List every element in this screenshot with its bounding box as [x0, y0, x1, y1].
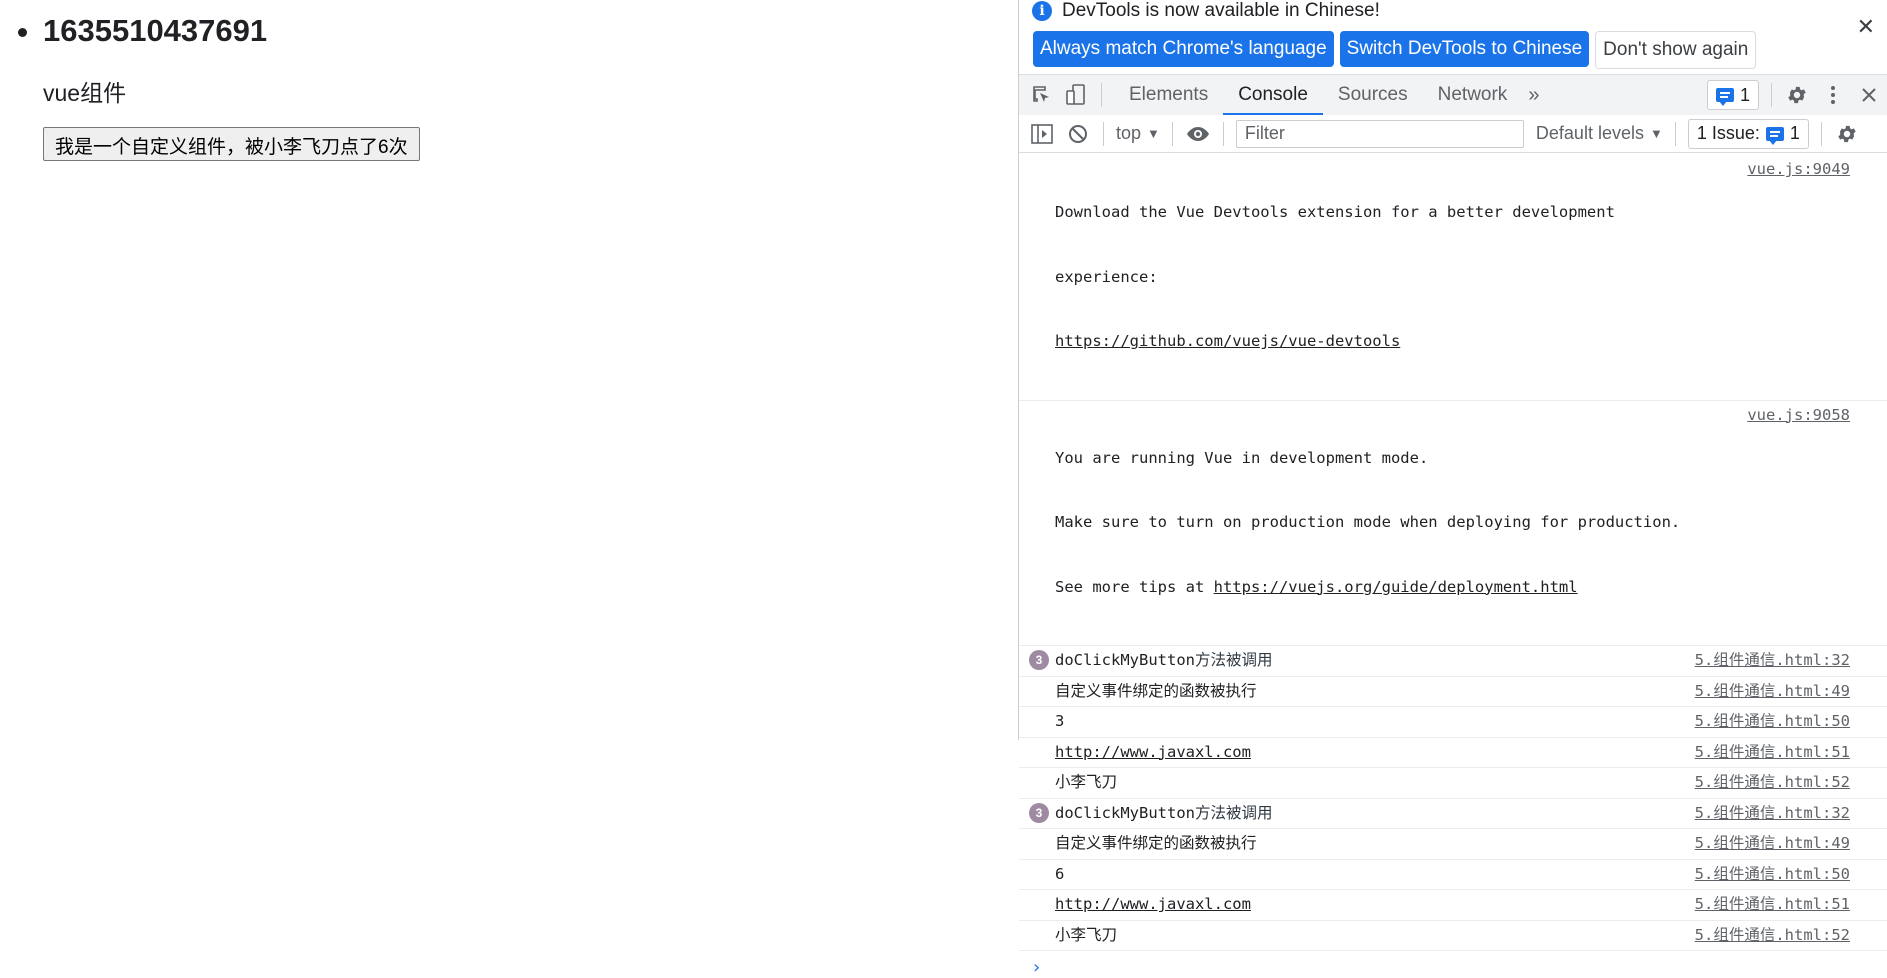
source-link[interactable]: 5.组件通信.html:49 [1695, 833, 1887, 855]
issue-count: 1 [1739, 84, 1750, 105]
more-tabs-icon[interactable]: » [1522, 84, 1545, 107]
console-row: You are running Vue in development mode.… [1019, 401, 1887, 646]
console-row: http://www.javaxl.com 5.组件通信.html:51 [1019, 890, 1887, 921]
console-row: 自定义事件绑定的函数被执行 5.组件通信.html:49 [1019, 677, 1887, 707]
source-link[interactable]: 5.组件通信.html:52 [1695, 925, 1887, 947]
context-label: top [1116, 123, 1142, 143]
repeat-count-badge: 3 [1029, 802, 1049, 823]
console-row: 3 doClickMyButton方法被调用 5.组件通信.html:32 [1019, 799, 1887, 829]
source-link[interactable]: 5.组件通信.html:32 [1695, 650, 1887, 672]
filter-input[interactable]: Filter [1235, 119, 1524, 148]
console-row: Download the Vue Devtools extension for … [1019, 153, 1887, 401]
console-settings-gear-icon[interactable] [1834, 121, 1860, 147]
log-text: doClickMyButton [1055, 803, 1195, 822]
settings-gear-icon[interactable] [1784, 82, 1810, 108]
caret-down-icon: ▼ [1649, 126, 1663, 141]
list-item: 1635510437691 [43, 12, 1018, 50]
page-viewport: 1635510437691 vue组件 我是一个自定义组件，被小李飞刀点了6次 [0, 0, 1018, 740]
device-toolbar-icon[interactable] [1063, 82, 1089, 108]
source-link[interactable]: 5.组件通信.html:50 [1695, 864, 1887, 886]
switch-language-button[interactable]: Switch DevTools to Chinese [1339, 31, 1590, 67]
issues-button[interactable]: 1 Issue: 1 [1687, 118, 1809, 149]
console-row: 小李飞刀 5.组件通信.html:52 [1019, 768, 1887, 799]
log-text: Make sure to turn on production mode whe… [1055, 513, 1681, 531]
console-messages: Download the Vue Devtools extension for … [1019, 153, 1887, 978]
console-row: http://www.javaxl.com 5.组件通信.html:51 [1019, 738, 1887, 768]
sidebar-toggle-icon[interactable] [1029, 121, 1055, 147]
issues-counter[interactable]: 1 [1706, 80, 1759, 110]
log-text: See more tips at [1055, 577, 1214, 596]
log-text: You are running Vue in development mode. [1055, 448, 1429, 467]
tab-console[interactable]: Console [1223, 75, 1323, 116]
console-row: 自定义事件绑定的函数被执行 5.组件通信.html:49 [1019, 829, 1887, 860]
language-infobar: i DevTools is now available in Chinese! … [1019, 0, 1887, 71]
infobar-message: DevTools is now available in Chinese! [1062, 0, 1380, 21]
console-row: 3 5.组件通信.html:50 [1019, 707, 1887, 738]
console-filterbar: top ▼ Filter Default levels ▼ 1 Issue: 1 [1019, 115, 1887, 153]
levels-label: Default levels [1535, 123, 1644, 143]
log-number: 3 [1055, 712, 1065, 730]
source-link[interactable]: 5.组件通信.html:32 [1695, 803, 1887, 825]
log-text: 小李飞刀 [1055, 925, 1118, 944]
source-link[interactable]: 5.组件通信.html:52 [1695, 772, 1887, 794]
issues-label: 1 Issue: [1696, 123, 1760, 143]
source-link[interactable]: vue.js:9058 [1747, 405, 1887, 427]
log-text: 方法被调用 [1194, 651, 1273, 669]
log-text: 自定义事件绑定的函数被执行 [1055, 681, 1257, 700]
console-row: 3 doClickMyButton方法被调用 5.组件通信.html:32 [1019, 646, 1887, 677]
info-icon: i [1032, 1, 1052, 21]
source-link[interactable]: 5.组件通信.html:51 [1695, 742, 1887, 764]
log-text: Download the Vue Devtools extension for … [1055, 203, 1615, 221]
console-prompt-input[interactable]: › [1019, 951, 1887, 978]
log-text: doClickMyButton [1055, 651, 1195, 669]
tab-elements[interactable]: Elements [1114, 75, 1223, 115]
inspect-element-icon[interactable] [1029, 82, 1055, 108]
eye-icon[interactable] [1185, 121, 1211, 147]
log-link[interactable]: https://github.com/vuejs/vue-devtools [1055, 332, 1400, 350]
repeat-count-badge: 3 [1029, 650, 1049, 670]
tab-sources[interactable]: Sources [1323, 75, 1423, 115]
log-text: experience: [1055, 267, 1158, 286]
tab-network[interactable]: Network [1423, 75, 1523, 115]
devtools-panel: i DevTools is now available in Chinese! … [1018, 0, 1887, 978]
caret-down-icon: ▼ [1147, 126, 1160, 141]
log-text: 方法被调用 [1194, 803, 1273, 822]
custom-component-button[interactable]: 我是一个自定义组件，被小李飞刀点了6次 [43, 127, 420, 161]
log-levels-dropdown[interactable]: Default levels ▼ [1536, 123, 1663, 144]
close-devtools-icon[interactable] [1856, 82, 1882, 108]
log-link[interactable]: https://vuejs.org/guide/deployment.html [1214, 578, 1578, 596]
source-link[interactable]: 5.组件通信.html:50 [1695, 711, 1887, 733]
close-icon[interactable]: ✕ [1857, 14, 1875, 40]
message-icon [1765, 126, 1784, 145]
source-link[interactable]: 5.组件通信.html:49 [1695, 681, 1887, 703]
match-language-button[interactable]: Always match Chrome's language [1033, 31, 1334, 67]
context-selector[interactable]: top ▼ [1116, 123, 1160, 144]
component-title: vue组件 [43, 80, 127, 106]
console-row: 6 5.组件通信.html:50 [1019, 860, 1887, 890]
clear-console-icon[interactable] [1065, 121, 1091, 147]
devtools-tabbar: Elements Console Sources Network » 1 [1019, 74, 1887, 116]
more-options-icon[interactable] [1820, 82, 1846, 108]
log-text: 小李飞刀 [1055, 773, 1118, 791]
issues-count: 1 [1789, 123, 1800, 143]
log-link[interactable]: http://www.javaxl.com [1055, 742, 1695, 764]
log-link[interactable]: http://www.javaxl.com [1055, 894, 1695, 916]
source-link[interactable]: 5.组件通信.html:51 [1695, 894, 1887, 916]
timestamp-list: 1635510437691 [0, 12, 1018, 50]
source-link[interactable]: vue.js:9049 [1747, 159, 1887, 181]
log-number: 6 [1055, 864, 1065, 883]
console-row: 小李飞刀 5.组件通信.html:52 [1019, 921, 1887, 951]
message-icon [1715, 88, 1734, 106]
log-text: 自定义事件绑定的函数被执行 [1055, 834, 1257, 852]
dont-show-again-button[interactable]: Don't show again [1595, 31, 1757, 69]
